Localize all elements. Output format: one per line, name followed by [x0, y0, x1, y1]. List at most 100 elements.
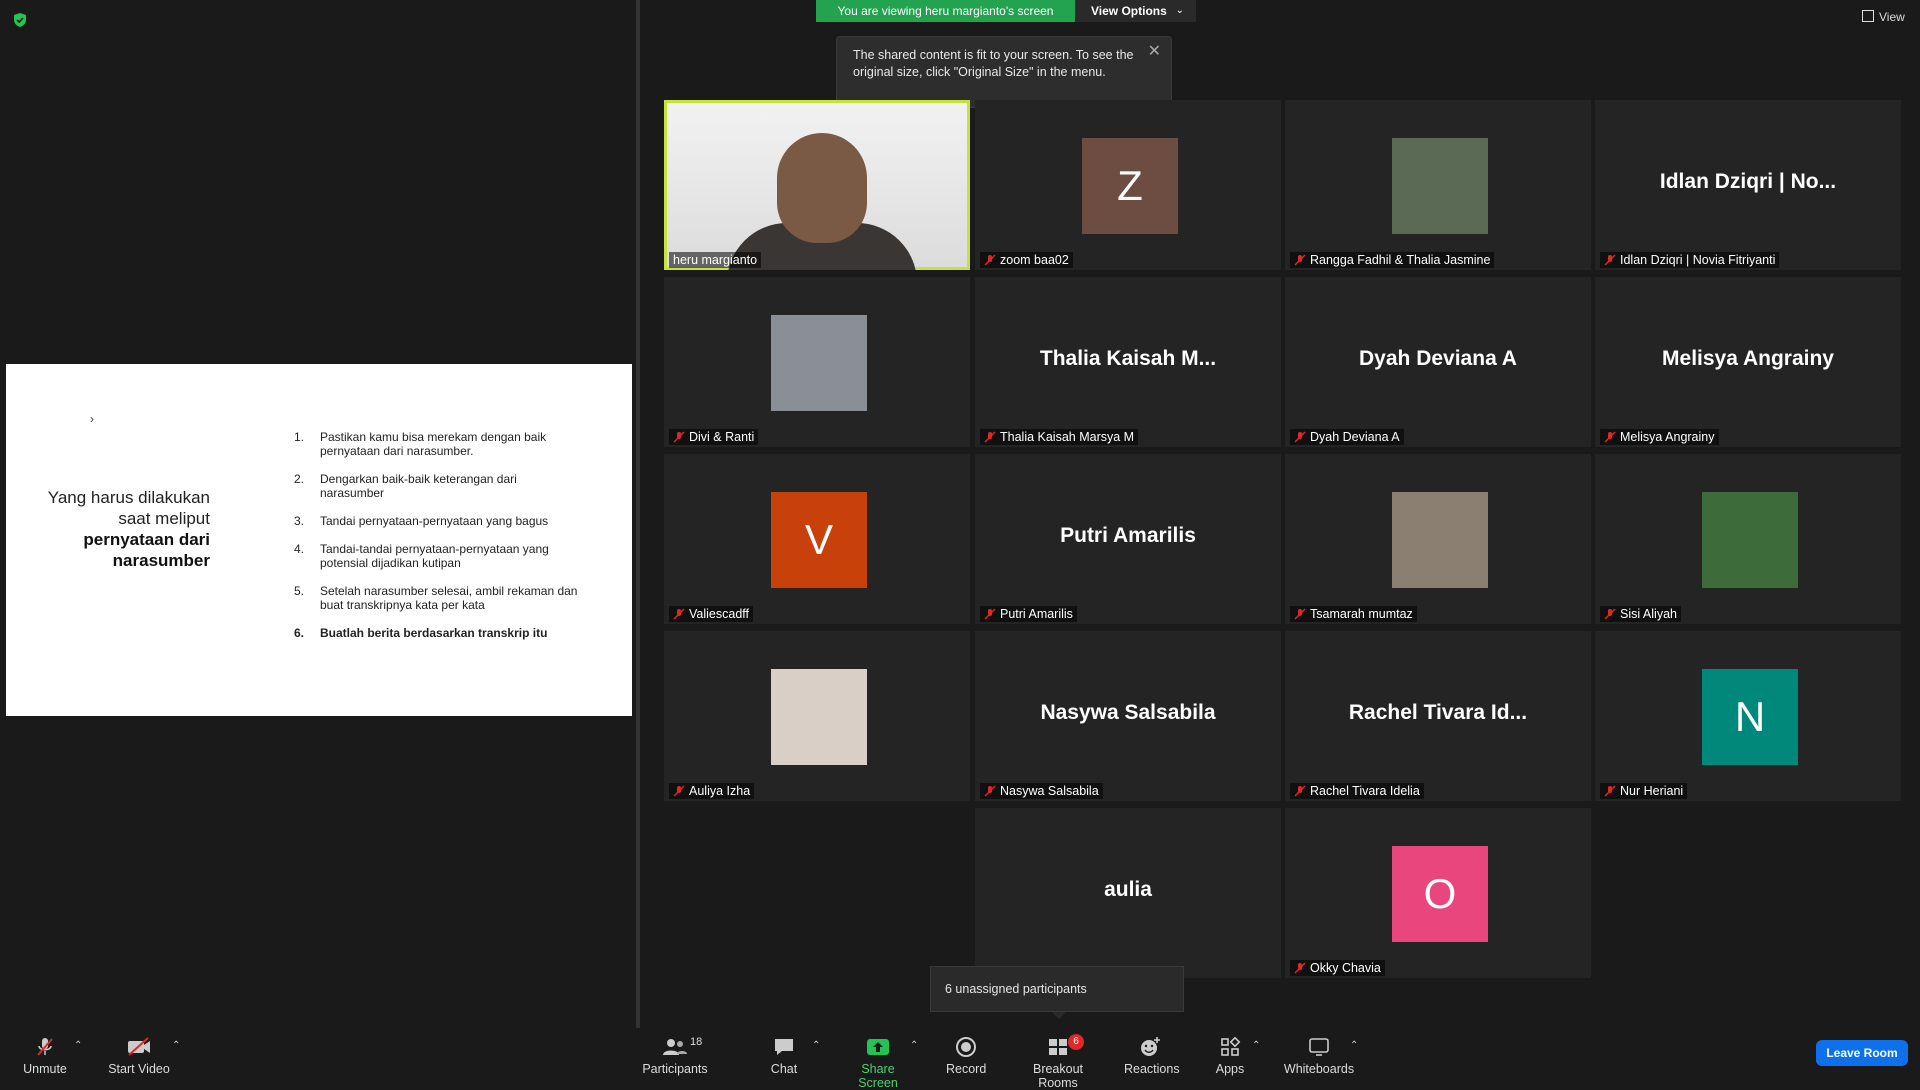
split-divider[interactable] — [636, 0, 640, 1028]
participant-tile[interactable]: aulia — [975, 808, 1281, 978]
chat-options-caret[interactable]: ⌃ — [812, 1040, 820, 1051]
participant-name-label: heru margianto — [669, 252, 762, 268]
participant-tile[interactable]: Rangga Fadhil & Thalia Jasmine — [1285, 100, 1591, 270]
microphone-muted-icon — [984, 254, 996, 266]
microphone-muted-icon — [1294, 962, 1306, 974]
security-shield-icon[interactable] — [12, 12, 28, 28]
whiteboards-button[interactable]: Whiteboards — [1282, 1036, 1356, 1076]
unassigned-participants-popup[interactable]: 6 unassigned participants — [930, 966, 1184, 1012]
microphone-muted-icon — [984, 785, 996, 797]
view-button[interactable]: View — [1862, 10, 1905, 24]
meeting-toolbar: Unmute ⌃ Start Video ⌃ Participants 18 C… — [0, 1028, 1920, 1090]
participant-name: Sisi Aliyah — [1620, 607, 1677, 621]
slide-list-item: 5. Setelah narasumber selesai, ambil reka… — [294, 584, 578, 612]
participant-name: Tsamarah mumtaz — [1310, 607, 1413, 621]
microphone-muted-icon — [1294, 431, 1306, 443]
share-screen-button[interactable]: Share Screen — [840, 1036, 916, 1090]
participant-name: Nur Heriani — [1620, 784, 1684, 798]
chevron-down-icon: ⌄ — [1175, 5, 1184, 16]
shared-screen-slide: › Yang harus dilakukan saat meliput pern… — [6, 364, 632, 716]
participant-tile[interactable]: heru margianto — [664, 100, 970, 270]
participant-name: Putri Amarilis — [1000, 607, 1073, 621]
slide-list-item: 2. Dengarkan baik-baik keterangan dari na… — [294, 472, 517, 500]
speaker-video — [667, 103, 967, 270]
participant-name: Valiescadff — [689, 607, 749, 621]
apps-button[interactable]: Apps — [1212, 1036, 1248, 1076]
slide-chevron: › — [90, 412, 94, 426]
avatar: V — [771, 492, 867, 588]
participant-photo — [771, 669, 867, 765]
participant-name-label: Divi & Ranti — [669, 429, 759, 445]
audio-options-caret[interactable]: ⌃ — [74, 1040, 82, 1051]
whiteboard-icon — [1309, 1038, 1329, 1056]
chat-label: Chat — [770, 1062, 798, 1076]
participant-name-label: Putri Amarilis — [980, 606, 1077, 622]
participant-name: Rachel Tivara Idelia — [1310, 784, 1420, 798]
breakout-rooms-button[interactable]: Breakout Rooms 6 — [1012, 1034, 1104, 1090]
participant-name-label: Thalia Kaisah Marsya M — [980, 429, 1139, 445]
participant-name-label: Rachel Tivara Idelia — [1290, 783, 1424, 799]
participant-tile[interactable]: Zzoom baa02 — [975, 100, 1281, 270]
participants-button[interactable]: Participants 18 — [640, 1036, 710, 1076]
share-screen-icon — [867, 1039, 889, 1055]
apps-options-caret[interactable]: ⌃ — [1252, 1040, 1260, 1051]
participant-name: Thalia Kaisah Marsya M — [1000, 430, 1135, 444]
participant-name-label: zoom baa02 — [980, 252, 1073, 268]
breakout-rooms-label: Breakout Rooms — [1032, 1062, 1084, 1090]
participant-tile[interactable]: Dyah Deviana A Dyah Deviana A — [1285, 277, 1591, 447]
participant-tile[interactable]: Nasywa Salsabila Nasywa Salsabila — [975, 631, 1281, 801]
microphone-muted-icon — [673, 785, 685, 797]
participant-tile[interactable]: Idlan Dziqri | No... Idlan Dziqri | Novia… — [1595, 100, 1901, 270]
microphone-muted-icon — [1604, 608, 1616, 620]
participant-photo — [1392, 492, 1488, 588]
start-video-label: Start Video — [108, 1062, 170, 1076]
participant-name: zoom baa02 — [1000, 253, 1069, 267]
participant-name: Auliya Izha — [689, 784, 751, 798]
participant-name-label: Tsamarah mumtaz — [1290, 606, 1417, 622]
participant-name: heru margianto — [673, 253, 758, 267]
participant-name-label: Melisya Angrainy — [1600, 429, 1719, 445]
whiteboards-options-caret[interactable]: ⌃ — [1350, 1040, 1358, 1051]
participant-display-name: Idlan Dziqri | No... — [1659, 170, 1837, 193]
video-options-caret[interactable]: ⌃ — [172, 1040, 180, 1051]
participant-tile[interactable]: V Valiescadff — [664, 454, 970, 624]
chat-button[interactable]: Chat — [764, 1036, 804, 1076]
participant-tile[interactable]: Sisi Aliyah — [1595, 454, 1901, 624]
microphone-muted-icon — [37, 1038, 53, 1056]
microphone-muted-icon — [1294, 785, 1306, 797]
participant-tile[interactable]: O Okky Chavia — [1285, 808, 1591, 978]
participant-tile[interactable]: Thalia Kaisah M... Thalia Kaisah Marsya M — [975, 277, 1281, 447]
slide-title-bold: pernyataan dari narasumber — [83, 530, 210, 570]
tooltip-text: The shared content is fit to your screen… — [853, 48, 1134, 79]
breakout-badge: 6 — [1068, 1034, 1084, 1050]
participant-tile[interactable]: Rachel Tivara Id... Rachel Tivara Idelia — [1285, 631, 1591, 801]
share-options-caret[interactable]: ⌃ — [910, 1040, 918, 1051]
leave-room-button[interactable]: Leave Room — [1816, 1040, 1908, 1066]
participant-name: Melisya Angrainy — [1620, 430, 1715, 444]
participant-name-label: Nur Heriani — [1600, 783, 1688, 799]
microphone-muted-icon — [1294, 608, 1306, 620]
participant-display-name: Thalia Kaisah M... — [1039, 347, 1217, 370]
participant-tile[interactable]: Melisya Angrainy Melisya Angrainy — [1595, 277, 1901, 447]
slide-list-item: 4. Tandai-tandai pernyataan-pernyataan ya… — [294, 542, 549, 570]
participant-name-label: Idlan Dziqri | Novia Fitriyanti — [1600, 252, 1780, 268]
chat-icon — [775, 1039, 793, 1055]
breakout-rooms-icon — [1049, 1039, 1067, 1055]
participant-display-name: Rachel Tivara Id... — [1348, 701, 1528, 724]
record-button[interactable]: Record — [946, 1036, 986, 1076]
microphone-muted-icon — [1604, 254, 1616, 266]
participant-tile[interactable]: Putri Amarilis Putri Amarilis — [975, 454, 1281, 624]
participant-tile[interactable]: N Nur Heriani — [1595, 631, 1901, 801]
participant-tile[interactable]: Tsamarah mumtaz — [1285, 454, 1591, 624]
view-options-button[interactable]: View Options ⌄ — [1075, 0, 1196, 22]
close-icon[interactable]: ✕ — [1148, 43, 1161, 60]
slide-list-item: 6. Buatlah berita berdasarkan transkrip i… — [294, 626, 548, 640]
participant-tile[interactable]: Auliya Izha — [664, 631, 970, 801]
participant-photo — [1392, 138, 1488, 234]
unmute-button[interactable]: Unmute — [20, 1036, 70, 1076]
grid-view-icon — [1862, 10, 1874, 22]
reactions-button[interactable]: Reactions — [1124, 1036, 1180, 1076]
popup-arrow — [1052, 1012, 1066, 1019]
participant-tile[interactable]: Divi & Ranti — [664, 277, 970, 447]
start-video-button[interactable]: Start Video — [104, 1036, 174, 1076]
